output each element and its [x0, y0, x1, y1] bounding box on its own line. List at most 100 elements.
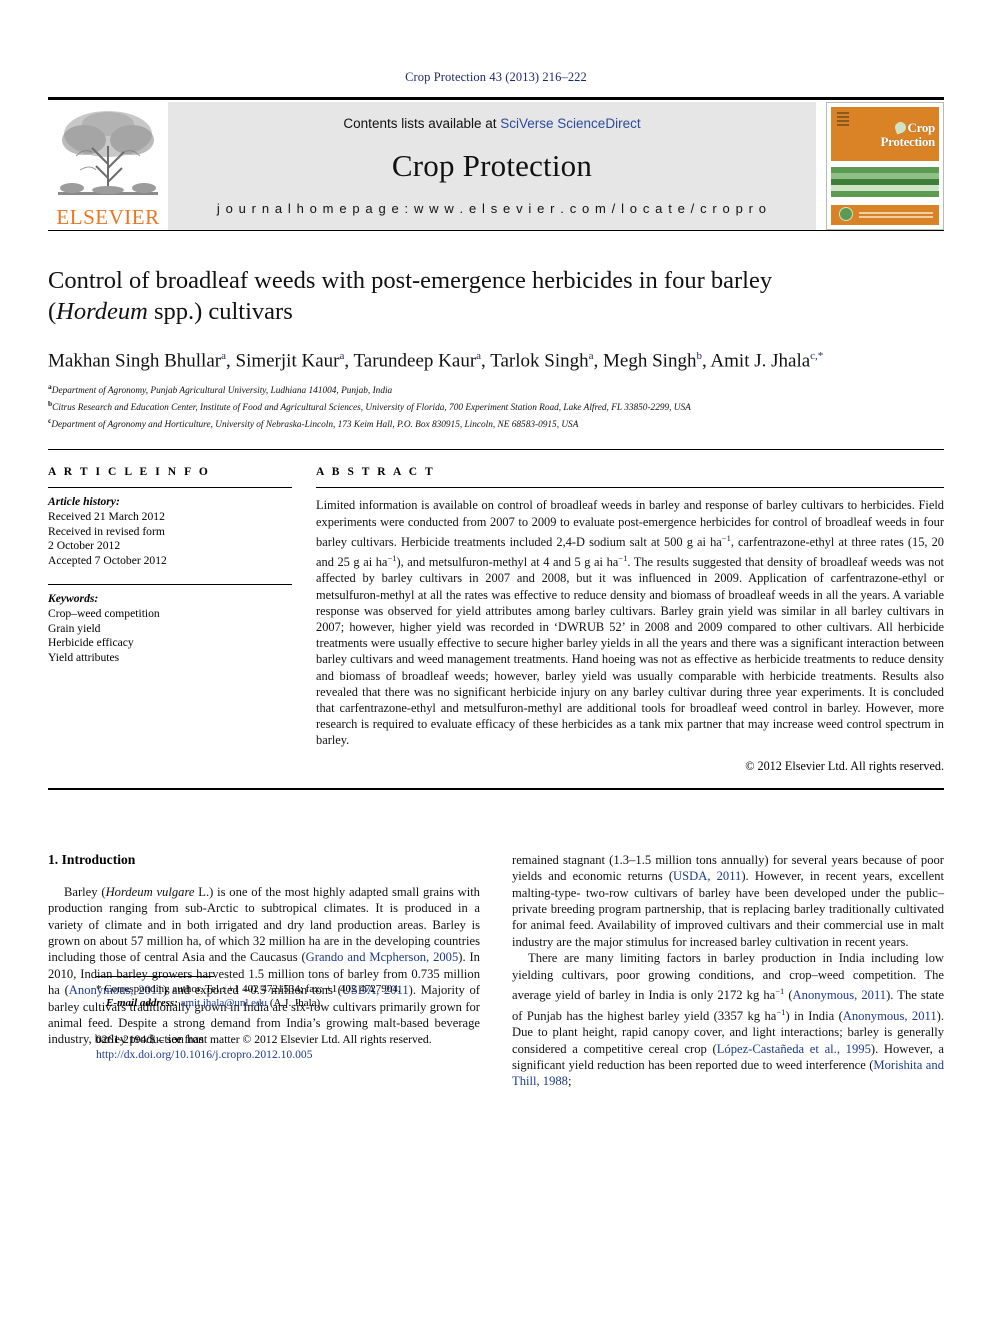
elsevier-logo: ELSEVIER: [48, 102, 168, 230]
article-info-column: A R T I C L E I N F O Article history: R…: [48, 466, 316, 773]
intro-species-name: Hordeum vulgare: [105, 884, 195, 899]
abstract-body: Limited information is available on cont…: [316, 497, 944, 748]
keyword-3: Herbicide efficacy: [48, 636, 134, 650]
abstract-part-3: ), and metsulfuron-methyl at 4 and 5 g a…: [396, 555, 619, 570]
title-block: Control of broadleaf weeds with post-eme…: [48, 231, 944, 431]
body-right-column: remained stagnant (1.3–1.5 million tons …: [512, 852, 944, 1090]
article-info-rule: [48, 487, 292, 489]
globe-icon: [839, 207, 853, 221]
paper-page: Crop Protection 43 (2013) 216–222 ELSEVI…: [0, 0, 992, 1323]
author-1: Makhan Singh Bhullar: [48, 350, 222, 372]
affiliation-c-text: Department of Agronomy and Horticulture,…: [51, 419, 579, 430]
author-6: Amit J. Jhala: [710, 350, 811, 372]
keywords-label: Keywords:: [48, 592, 99, 606]
page-title: Control of broadleaf weeds with post-eme…: [48, 265, 944, 327]
issn-front-matter: 0261-2194/$ – see front matter © 2012 El…: [96, 1032, 432, 1046]
cover-title-line1: Crop: [907, 120, 936, 135]
email-suffix: (A.J. Jhala).: [267, 996, 323, 1009]
leaf-icon: [892, 120, 908, 135]
citation-lopez-castaneda-1995[interactable]: López-Castañeda et al., 1995: [717, 1042, 871, 1056]
introduction-heading: 1. Introduction: [48, 851, 136, 867]
masthead-center: Contents lists available at SciVerse Sci…: [168, 102, 816, 230]
contents-available-line: Contents lists available at SciVerse Sci…: [343, 116, 640, 131]
keywords-group: Keywords: Crop–weed competition Grain yi…: [48, 592, 292, 665]
abstract-sup-1: −1: [721, 532, 731, 543]
author-2-affil-marker: a: [339, 350, 345, 362]
intro-p1-a: Barley (: [64, 884, 106, 899]
journal-title: Crop Protection: [391, 148, 593, 183]
affiliation-c: cDepartment of Agronomy and Horticulture…: [48, 415, 944, 432]
citation-grando-2005[interactable]: Grando and Mcpherson, 2005: [306, 950, 459, 964]
footnote-rule: [96, 975, 214, 977]
author-6-affil-marker: c,*: [810, 350, 824, 362]
author-list: Makhan Singh Bhullara, Simerjit Kaura, T…: [48, 350, 824, 372]
author-3: Tarundeep Kaur: [353, 350, 477, 372]
affiliation-a-text: Department of Agronomy, Punjab Agricultu…: [51, 386, 393, 397]
intro-paragraph-2: There are many limiting factors in barle…: [512, 950, 944, 1090]
affiliation-b-text: Citrus Research and Education Center, In…: [52, 403, 691, 414]
keyword-4: Yield attributes: [48, 650, 120, 664]
author-5: Megh Singh: [603, 350, 697, 372]
affiliation-list: aDepartment of Agronomy, Punjab Agricult…: [48, 381, 944, 431]
title-line-2-rest: spp.) cultivars: [147, 298, 293, 325]
email-link[interactable]: amit.jhala@unl.edu: [181, 997, 268, 1009]
intro-p2-b: (: [784, 988, 793, 1003]
corresponding-author-line: * Corresponding author. Tel.: +1 402 472…: [96, 982, 401, 995]
keywords-rule: [48, 584, 292, 586]
sciencedirect-link[interactable]: SciVerse ScienceDirect: [500, 116, 640, 131]
cover-title-line2: Protection: [880, 134, 935, 149]
intro-p2-d: ) in India (: [785, 1008, 843, 1023]
history-line-1: Received 21 March 2012: [48, 509, 165, 523]
abstract-copyright: © 2012 Elsevier Ltd. All rights reserved…: [745, 758, 944, 773]
citation-anonymous-2011-b[interactable]: Anonymous, 2011: [793, 988, 887, 1002]
article-history-label: Article history:: [48, 495, 120, 509]
elsevier-wordmark: ELSEVIER: [56, 205, 160, 229]
abstract-heading: A B S T R A C T: [316, 466, 436, 479]
history-line-3: 2 October 2012: [48, 539, 121, 553]
abstract-part-4: . The results suggested that density of …: [316, 555, 945, 748]
info-abstract-section: A R T I C L E I N F O Article history: R…: [48, 450, 944, 773]
abstract-column: A B S T R A C T Limited information is a…: [316, 466, 944, 773]
affiliation-a: aDepartment of Agronomy, Punjab Agricult…: [48, 381, 944, 398]
keyword-1: Crop–weed competition: [48, 606, 160, 620]
citation-anonymous-2011-c[interactable]: Anonymous, 2011: [843, 1009, 937, 1023]
citation-usda-2011-b[interactable]: USDA, 2011: [673, 869, 741, 883]
article-info-heading: A R T I C L E I N F O: [48, 466, 211, 479]
email-line: E-mail address: amit.jhala@unl.edu (A.J.…: [96, 996, 504, 1010]
author-4: Tarlok Singh: [490, 350, 589, 372]
footnote-block: * Corresponding author. Tel.: +1 402 472…: [96, 975, 504, 1062]
cover-title: Crop Protection: [831, 120, 936, 149]
author-1-affil-marker: a: [221, 350, 226, 362]
cover-art: Crop Protection: [831, 107, 939, 225]
cover-footer-text-lines: [859, 212, 933, 220]
body-columns: 1. Introduction Barley (Hordeum vulgare …: [48, 790, 944, 1090]
abstract-sup-3: −1: [618, 553, 628, 564]
body-left-column: 1. Introduction Barley (Hordeum vulgare …: [48, 852, 480, 1090]
abstract-rule: [316, 487, 944, 489]
intro-p2-g: ;: [567, 1074, 572, 1089]
contents-prefix: Contents lists available at: [343, 116, 501, 131]
running-head: Crop Protection 43 (2013) 216–222: [405, 70, 587, 84]
author-2: Simerjit Kaur: [235, 350, 340, 372]
history-line-2: Received in revised form: [48, 524, 165, 538]
front-matter-block: 0261-2194/$ – see front matter © 2012 El…: [96, 1032, 504, 1062]
doi-link[interactable]: http://dx.doi.org/10.1016/j.cropro.2012.…: [96, 1047, 504, 1062]
author-3-affil-marker: a: [476, 350, 482, 362]
cover-footer: [831, 203, 939, 225]
title-line-1: Control of broadleaf weeds with post-eme…: [48, 267, 773, 294]
elsevier-tree-icon: [58, 111, 158, 195]
title-genus: Hordeum: [56, 298, 148, 325]
email-label: E-mail address:: [106, 996, 178, 1009]
masthead-top-rule: [48, 97, 944, 100]
journal-homepage-link[interactable]: j o u r n a l h o m e p a g e : w w w . …: [217, 201, 767, 216]
journal-cover-thumbnail: Crop Protection: [826, 102, 944, 230]
history-line-4: Accepted 7 October 2012: [48, 553, 167, 567]
affiliation-b: bCitrus Research and Education Center, I…: [48, 398, 944, 415]
keyword-2: Grain yield: [48, 621, 101, 635]
author-5-affil-marker: b: [696, 350, 702, 362]
journal-masthead: ELSEVIER Contents lists available at Sci…: [48, 97, 944, 230]
intro-paragraph-1-cont: remained stagnant (1.3–1.5 million tons …: [512, 852, 944, 950]
article-history-group: Article history: Received 21 March 2012 …: [48, 495, 292, 568]
intro-p2-sup-1: −1: [775, 985, 785, 996]
title-line-2-open: (: [48, 298, 57, 325]
